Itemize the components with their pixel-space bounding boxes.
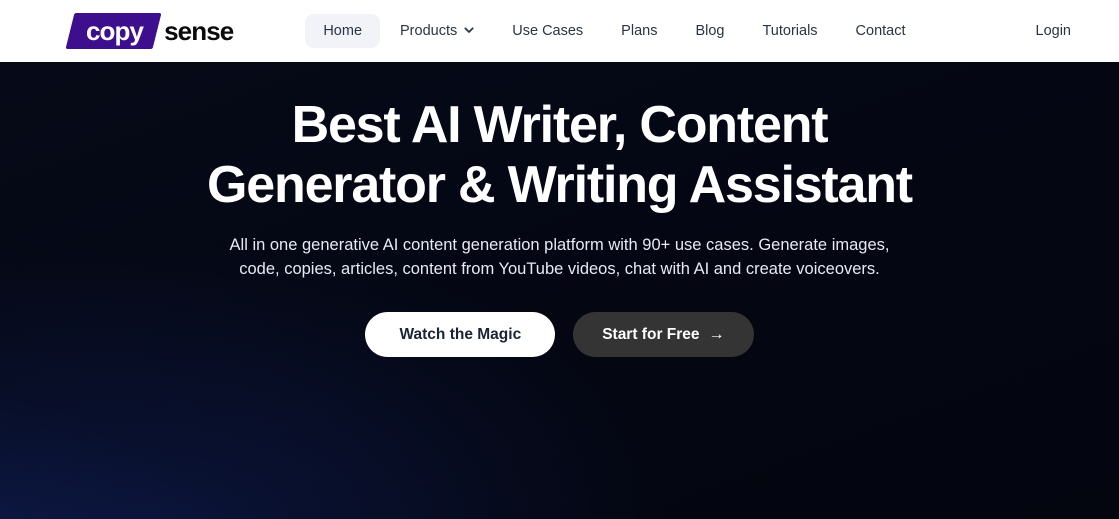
logo-mark-text: copy [86,16,144,46]
hero-title-line-1: Best AI Writer, Content [291,96,829,154]
hero-section: Best AI Writer, Content Generator & Writ… [0,62,1119,519]
nav-item-home-label: Home [323,23,363,39]
hero-title-line-2: Generator & Writing Assistant [207,156,913,214]
logo-word-text: sense [164,16,234,46]
hero-title: Best AI Writer, Content Generator & Writ… [170,95,950,215]
nav-item-use-cases-label: Use Cases [512,23,584,39]
hero-subtitle: All in one generative AI content generat… [229,236,890,278]
nav-item-contact-label: Contact [855,23,906,39]
start-for-free-label: Start for Free [602,325,700,343]
nav-item-blog-label: Blog [695,23,725,39]
site-header: copy sense Home Products Use Cases Plans… [0,0,1119,62]
nav-item-plans[interactable]: Plans [603,14,675,48]
watch-the-magic-button[interactable]: Watch the Magic [365,312,556,357]
nav-item-products-label: Products [400,23,458,39]
nav-item-tutorials-label: Tutorials [762,23,818,39]
nav-item-tutorials[interactable]: Tutorials [744,14,835,48]
nav-item-use-cases[interactable]: Use Cases [494,14,601,48]
nav-item-contact[interactable]: Contact [838,14,924,48]
chevron-down-icon [464,25,474,35]
brand-logo[interactable]: copy sense [65,13,234,49]
logo-mark-parallelogram: copy [65,13,162,49]
nav-item-products[interactable]: Products [382,14,492,48]
nav-item-plans-label: Plans [621,23,658,39]
nav-item-blog[interactable]: Blog [677,14,742,48]
nav-item-home[interactable]: Home [305,14,381,48]
main-navigation: Home Products Use Cases Plans Blog Tutor… [305,14,923,48]
start-for-free-button[interactable]: Start for Free → [573,312,754,357]
login-link[interactable]: Login [1036,23,1071,39]
arrow-right-icon: → [708,325,725,343]
hero-cta-row: Watch the Magic Start for Free → [365,312,754,357]
